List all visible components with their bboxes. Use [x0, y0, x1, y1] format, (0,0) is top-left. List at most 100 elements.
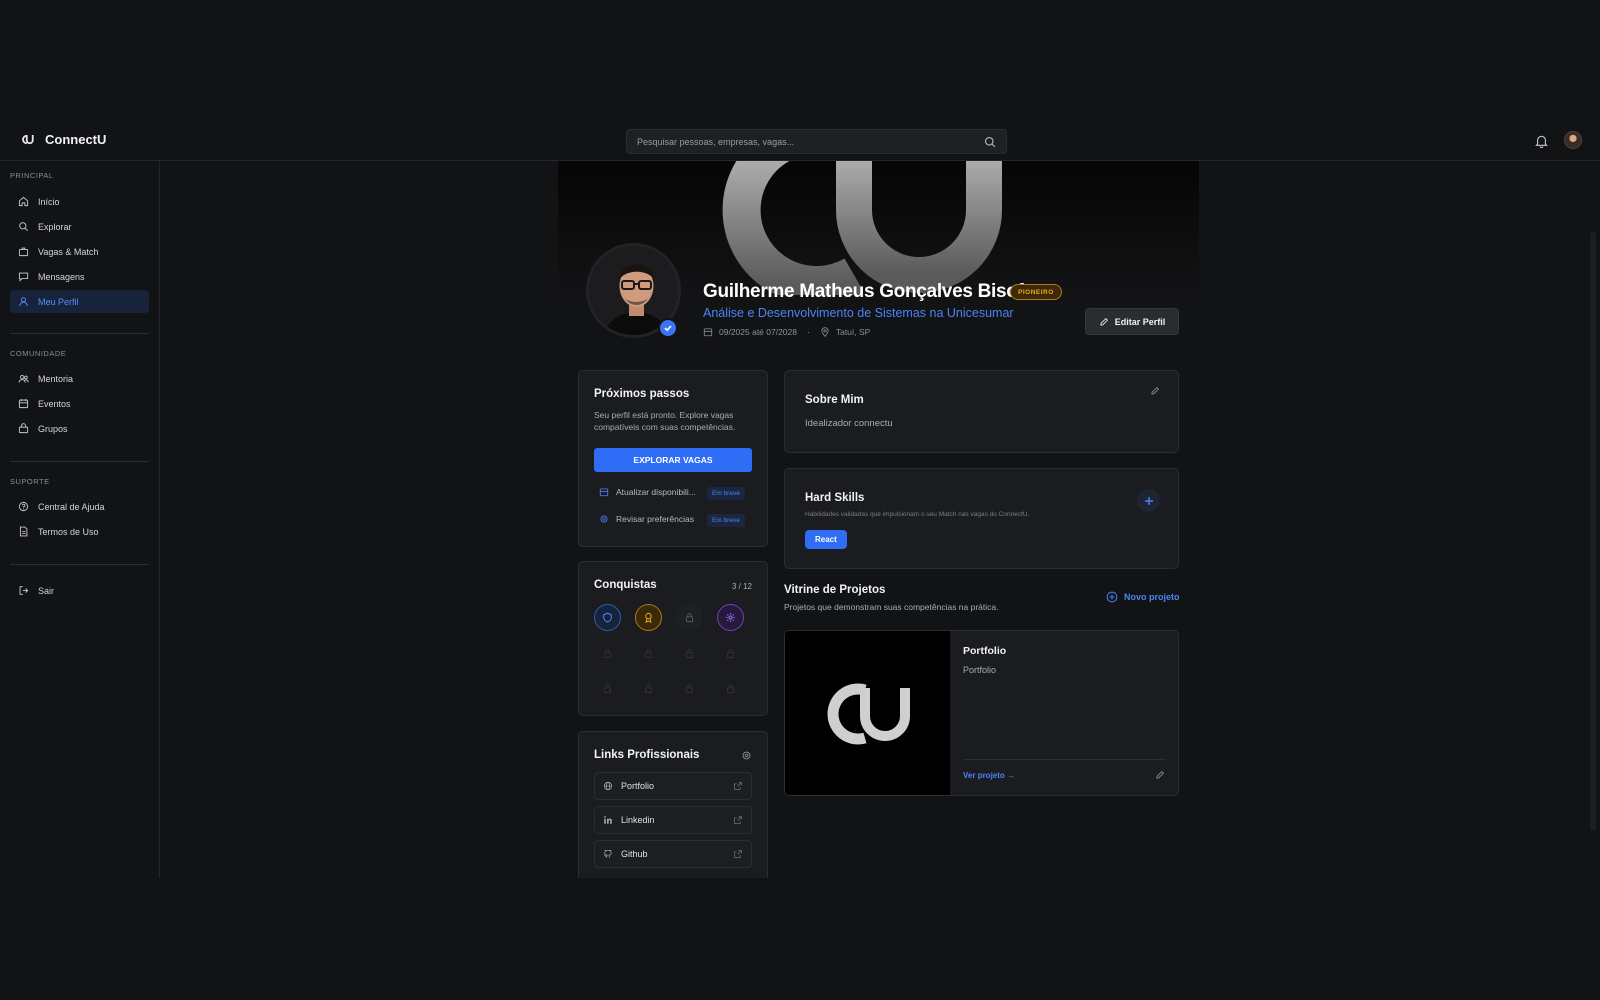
next-steps-title: Próximos passos [594, 388, 690, 400]
link-item-github[interactable]: Github [594, 840, 752, 868]
linkedin-icon [604, 816, 612, 824]
sidebar-item-label: Vagas & Match [38, 246, 99, 257]
sidebar-item-inicio[interactable]: Início [10, 190, 149, 213]
user-icon [19, 297, 28, 307]
lock-icon [603, 649, 612, 659]
sidebar: PRINCIPAL Início Explorar Vagas & Match … [0, 161, 160, 878]
group-icon [18, 423, 29, 434]
user-avatar[interactable] [1564, 131, 1582, 149]
connectu-logo-icon [22, 134, 34, 145]
sidebar-item-label: Meu Perfil [38, 296, 79, 307]
status-badge: Em breve [707, 487, 745, 500]
next-steps-card: Próximos passos Seu perfil está pronto. … [578, 370, 768, 547]
calendar-icon [703, 328, 713, 337]
sidebar-item-termos-de-uso[interactable]: Termos de Uso [10, 520, 149, 543]
pencil-icon[interactable] [1155, 770, 1165, 780]
explore-jobs-button[interactable]: EXPLORAR VAGAS [594, 448, 752, 472]
professional-links-card: Links Profissionais Portfolio Linkedin G… [578, 731, 768, 878]
connectu-logo-icon [722, 161, 1002, 295]
sidebar-item-meu-perfil[interactable]: Meu Perfil [10, 290, 149, 313]
sidebar-item-vagas-match[interactable]: Vagas & Match [10, 240, 149, 263]
achievements-card: Conquistas 3 / 12 [578, 561, 768, 716]
sidebar-item-label: Início [38, 196, 60, 207]
task-label: Revisar preferências [616, 514, 694, 524]
app-name: ConnectU [45, 132, 107, 147]
lock-icon [644, 684, 653, 694]
sidebar-item-eventos[interactable]: Eventos [10, 392, 149, 415]
link-item-portfolio[interactable]: Portfolio [594, 772, 752, 800]
section-label-suporte: SUPORTE [10, 477, 50, 486]
achievement-badge[interactable] [594, 604, 621, 631]
meta-separator: · [807, 327, 810, 337]
edit-profile-button[interactable]: Editar Perfil [1085, 308, 1179, 335]
link-label: Portfolio [621, 781, 655, 791]
task-label: Atualizar disponibili... [616, 487, 696, 497]
calendar-icon [18, 399, 29, 409]
pencil-icon [1100, 317, 1108, 326]
sidebar-item-label: Sair [38, 585, 55, 596]
project-divider [963, 759, 1166, 760]
sidebar-item-label: Central de Ajuda [38, 501, 105, 512]
sidebar-item-explorar[interactable]: Explorar [10, 215, 149, 238]
profile-name: Guilherme Matheus Gonçalves Bisof [703, 281, 1024, 302]
gear-icon [726, 613, 735, 622]
location-pin-icon [821, 327, 829, 337]
connectu-logo-icon [827, 683, 910, 745]
sidebar-item-mensagens[interactable]: Mensagens [10, 265, 149, 288]
task-item[interactable]: Revisar preferências [599, 514, 694, 524]
achievement-badge[interactable] [635, 604, 662, 631]
top-bar: ConnectU [0, 122, 1600, 161]
view-project-link[interactable]: Ver projeto → [963, 771, 1015, 780]
profile-period: 09/2025 até 07/2028 [719, 327, 797, 337]
new-project-button[interactable]: Novo projeto [1106, 591, 1180, 603]
skill-chip[interactable]: React [805, 530, 847, 549]
document-icon [19, 526, 28, 537]
lock-icon [726, 684, 735, 694]
link-item-linkedin[interactable]: Linkedin [594, 806, 752, 834]
sidebar-item-grupos[interactable]: Grupos [10, 417, 149, 440]
lock-icon [603, 684, 612, 694]
scrollbar[interactable] [1590, 231, 1596, 831]
sidebar-divider [10, 461, 149, 462]
plus-icon [1144, 496, 1153, 505]
about-card: Sobre Mim Idealizador connectu [784, 370, 1179, 453]
project-title: Portfolio [963, 645, 1007, 657]
achievement-badge[interactable] [717, 604, 744, 631]
search-bar[interactable] [626, 129, 1007, 154]
search-input[interactable] [637, 136, 984, 147]
github-icon [603, 849, 612, 858]
lock-icon [685, 613, 694, 623]
project-thumbnail [785, 631, 950, 795]
sidebar-item-sair[interactable]: Sair [10, 579, 149, 602]
search-icon[interactable] [984, 136, 996, 148]
projects-subtitle: Projetos que demonstram suas competência… [784, 602, 999, 612]
link-label: Github [621, 849, 648, 859]
sidebar-item-label: Mentoria [38, 373, 74, 384]
achievements-count: 3 / 12 [731, 582, 752, 591]
profile-meta: 09/2025 até 07/2028 · Tatuí, SP [703, 327, 870, 337]
home-icon [18, 196, 29, 207]
gear-icon[interactable] [741, 750, 752, 761]
add-skill-button[interactable] [1137, 489, 1160, 512]
projects-title: Vitrine de Projetos [784, 584, 886, 596]
profile-course: Análise e Desenvolvimento de Sistemas na… [703, 306, 1014, 320]
globe-icon [603, 781, 613, 791]
pencil-icon[interactable] [1150, 386, 1160, 396]
calendar-icon [599, 488, 609, 497]
about-text: Idealizador connectu [805, 418, 893, 429]
project-card[interactable]: Portfolio Portfolio Ver projeto → [784, 630, 1179, 796]
sidebar-item-mentoria[interactable]: Mentoria [10, 367, 149, 390]
achievement-badge-locked[interactable] [676, 604, 703, 631]
search-icon [19, 222, 28, 231]
edit-profile-label: Editar Perfil [1114, 316, 1166, 327]
task-item[interactable]: Atualizar disponibili... [599, 487, 696, 497]
profile-location: Tatuí, SP [835, 327, 871, 337]
verified-badge-icon [658, 318, 678, 338]
brand[interactable]: ConnectU [20, 132, 106, 147]
links-title: Links Profissionais [594, 749, 700, 761]
achievements-title: Conquistas [594, 579, 657, 591]
section-label-principal: PRINCIPAL [10, 171, 54, 180]
notification-bell-icon[interactable] [1535, 134, 1548, 148]
sidebar-item-central-de-ajuda[interactable]: Central de Ajuda [10, 495, 149, 518]
external-link-icon [734, 850, 742, 858]
